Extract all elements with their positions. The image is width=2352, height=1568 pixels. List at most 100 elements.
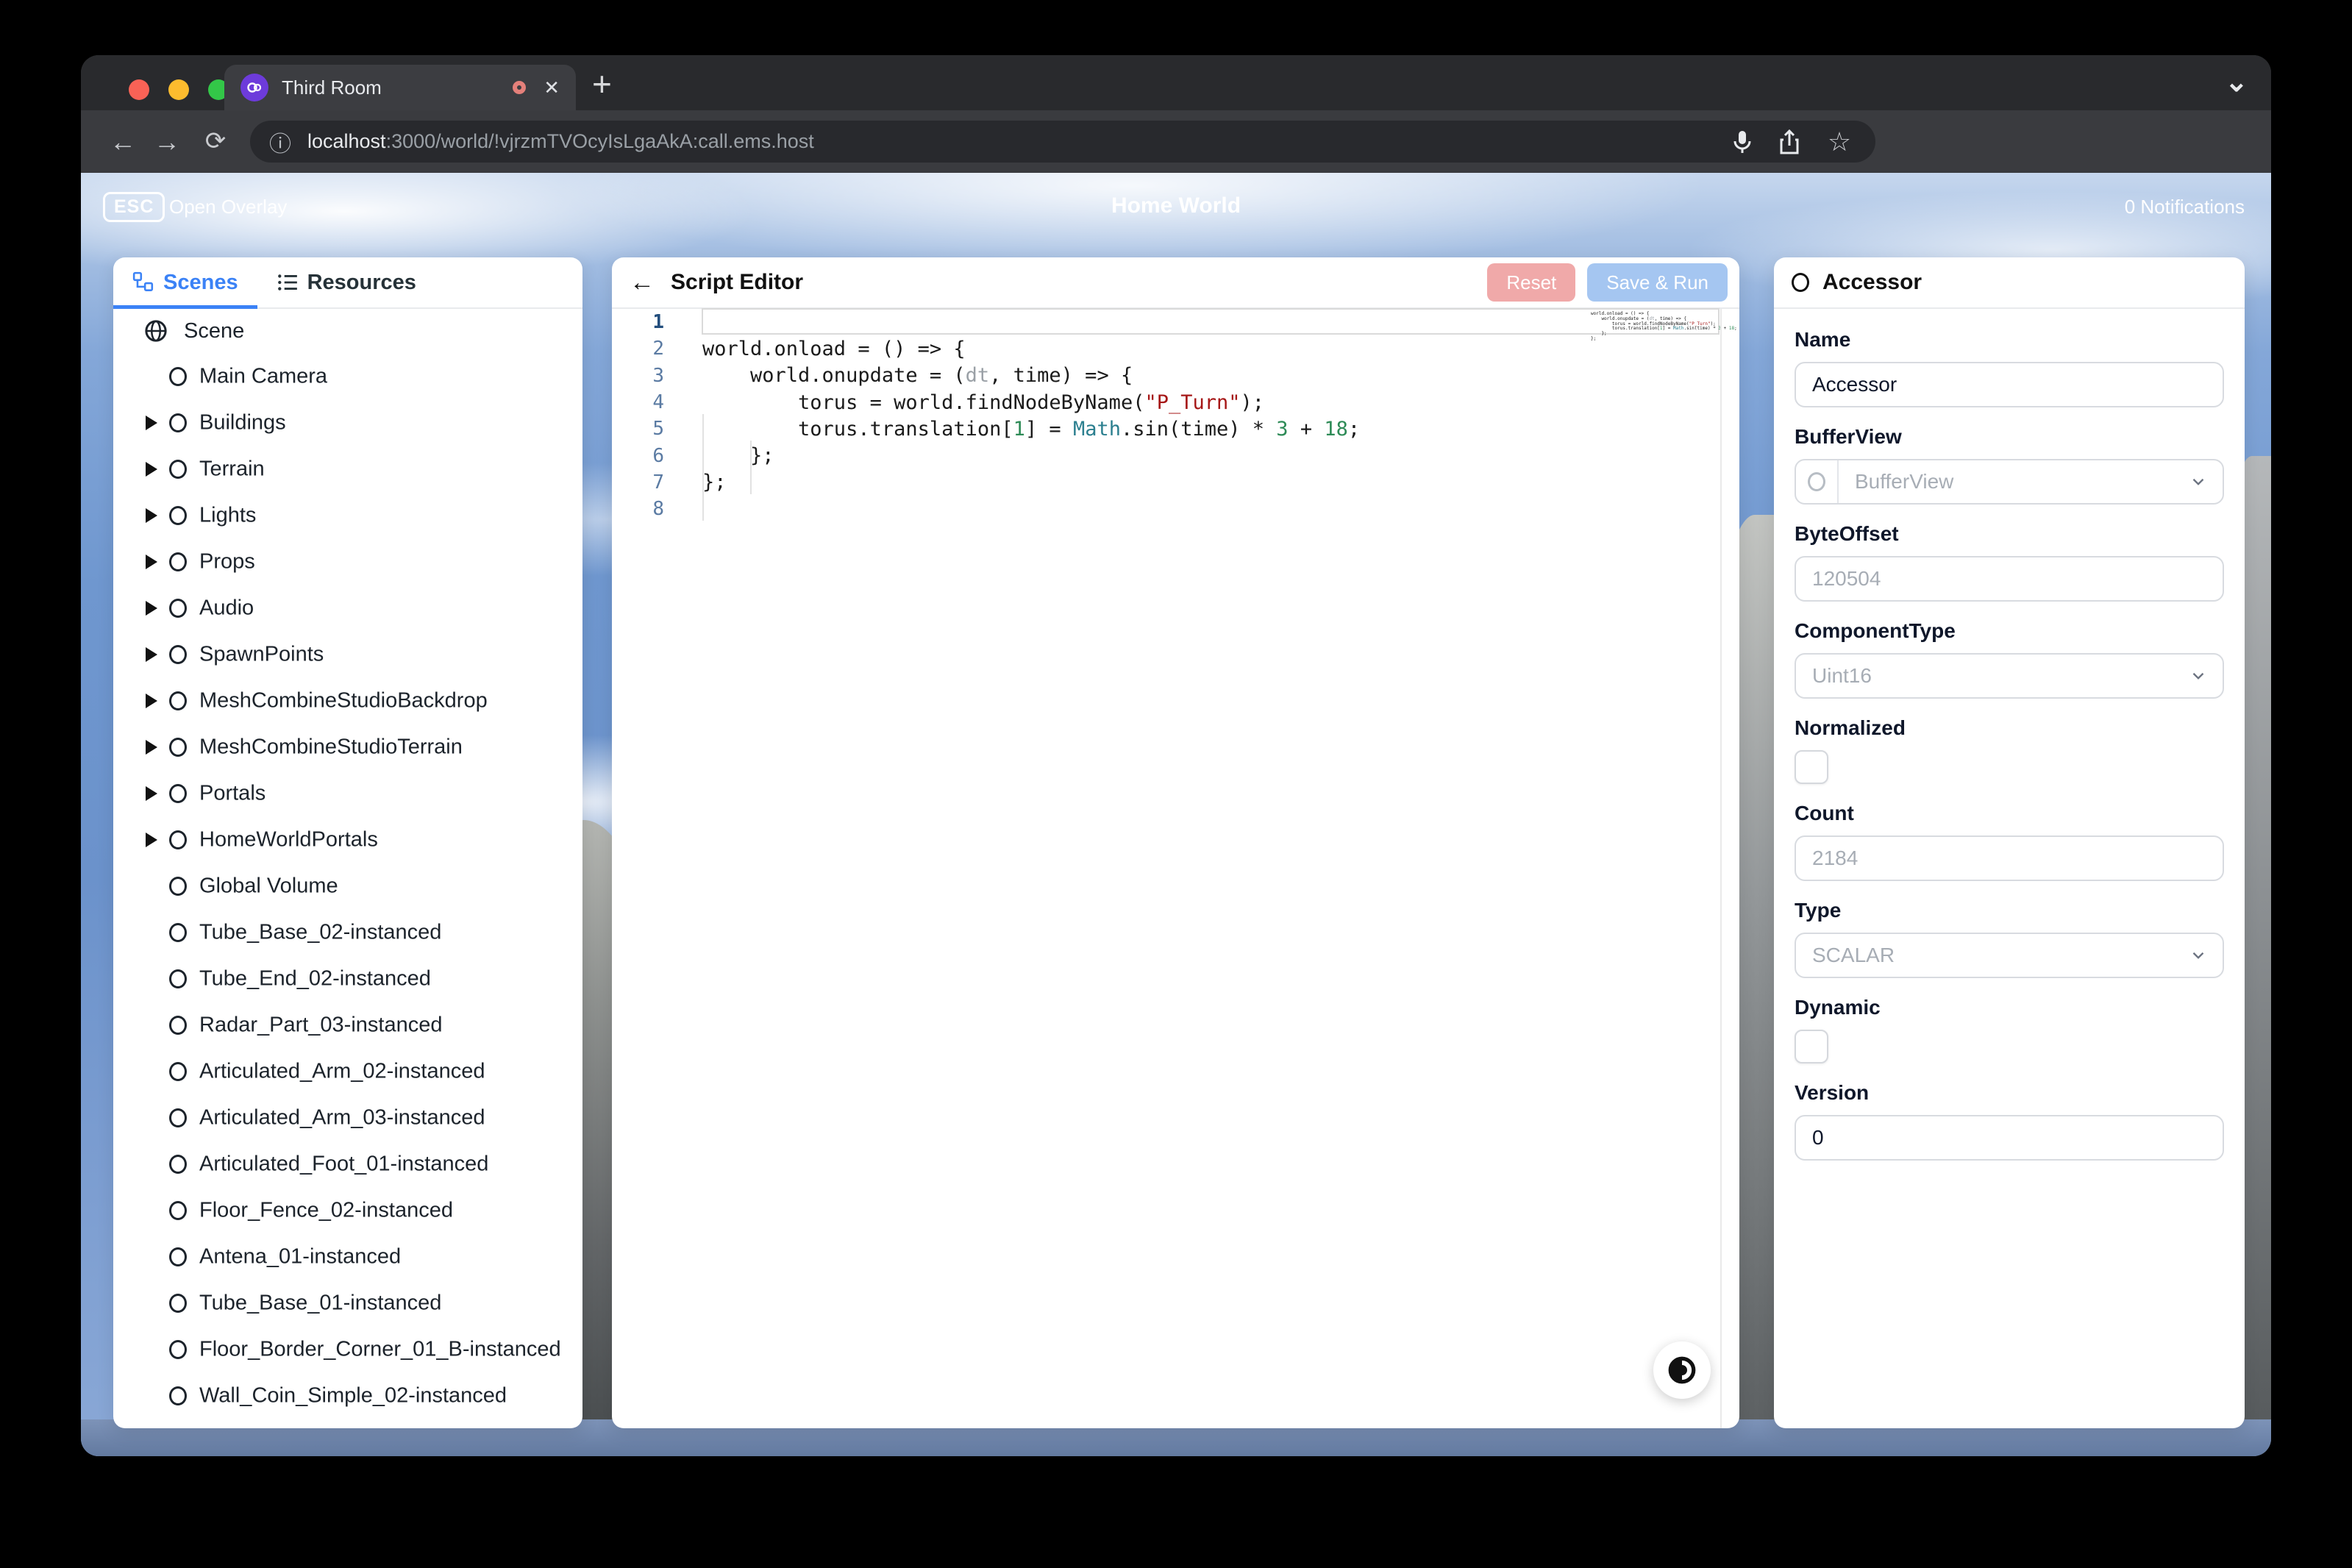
tree-row[interactable]: HomeWorldPortals xyxy=(113,816,582,863)
node-circle-icon xyxy=(169,1294,187,1313)
normalized-checkbox[interactable] xyxy=(1795,750,1828,784)
tree-row[interactable]: Buildings xyxy=(113,399,582,446)
tree-row[interactable]: Portals xyxy=(113,770,582,816)
node-circle-icon xyxy=(169,691,187,710)
tab-close-icon[interactable]: ✕ xyxy=(544,76,560,99)
name-input[interactable]: Accessor xyxy=(1795,362,2224,407)
tree-row[interactable]: MeshCombineStudioTerrain xyxy=(113,724,582,770)
code-line[interactable]: 6 }; xyxy=(612,442,1720,468)
url-text: localhost:3000/world/!vjrzmTVOcyIsLgaAkA… xyxy=(307,130,814,153)
tree-row[interactable]: Antena_01-instanced xyxy=(113,1233,582,1280)
tree-row-label: Tube_End_02-instanced xyxy=(199,966,431,991)
code-line[interactable]: 3 world.onupdate = (dt, time) => { xyxy=(612,363,1720,389)
esc-key-badge[interactable]: ESC xyxy=(103,192,165,222)
back-button[interactable]: ← xyxy=(104,110,141,173)
close-window-button[interactable] xyxy=(129,79,149,100)
tree-row[interactable]: Tube_Base_01-instanced xyxy=(113,1280,582,1326)
tab-resources[interactable]: Resources xyxy=(257,257,435,307)
tree-row[interactable]: Articulated_Arm_02-instanced xyxy=(113,1048,582,1094)
type-select[interactable]: SCALAR xyxy=(1795,933,2224,978)
tree-row[interactable]: Floor_Border_Corner_01_B-instanced xyxy=(113,1326,582,1372)
code-line[interactable]: 8 xyxy=(612,496,1720,522)
tree-row[interactable]: Articulated_Foot_01-instanced xyxy=(113,1141,582,1187)
componenttype-select[interactable]: Uint16 xyxy=(1795,653,2224,699)
tree-row[interactable]: SpawnPoints xyxy=(113,631,582,677)
code-line[interactable]: 5 torus.translation[1] = Math.sin(time) … xyxy=(612,416,1720,442)
tree-row[interactable]: Radar_Part_03-instanced xyxy=(113,1002,582,1048)
browser-toolbar: ← → ⟳ ⓘ localhost:3000/world/!vjrzmTVOcy… xyxy=(81,110,2271,173)
browser-window: Third Room ✕ + ⌄ ← → ⟳ ⓘ localhost:3000/… xyxy=(81,55,2271,1456)
expand-caret-icon[interactable] xyxy=(146,694,157,708)
field-label: Count xyxy=(1795,802,2224,825)
bufferview-select[interactable]: BufferView xyxy=(1795,459,2224,505)
code-line[interactable]: 4 torus = world.findNodeByName("P_Turn")… xyxy=(612,389,1720,416)
reset-button[interactable]: Reset xyxy=(1487,263,1575,302)
tab-search-chevron-icon[interactable]: ⌄ xyxy=(2225,65,2248,99)
browser-tab[interactable]: Third Room ✕ xyxy=(224,65,576,110)
new-tab-button[interactable]: + xyxy=(592,64,612,104)
tree-row[interactable]: Audio xyxy=(113,585,582,631)
expand-caret-icon[interactable] xyxy=(146,786,157,801)
tree-row[interactable]: Wall_Coin_Simple_02-instanced xyxy=(113,1372,582,1419)
expand-caret-icon[interactable] xyxy=(146,740,157,755)
version-input[interactable]: 0 xyxy=(1795,1115,2224,1161)
tree-row[interactable]: Lights xyxy=(113,492,582,538)
count-input[interactable]: 2184 xyxy=(1795,835,2224,881)
script-editor-panel: ← Script Editor Reset Save & Run 12world… xyxy=(612,257,1739,1428)
field-value: SCALAR xyxy=(1812,944,1895,967)
tree-row[interactable]: MeshCombineStudioBackdrop xyxy=(113,677,582,724)
tree-row[interactable]: Articulated_Arm_03-instanced xyxy=(113,1094,582,1141)
open-overlay-label[interactable]: Open Overlay xyxy=(169,196,287,218)
share-icon[interactable] xyxy=(1774,126,1805,157)
window-controls xyxy=(129,79,229,100)
node-circle-icon xyxy=(169,1247,187,1266)
save-and-run-button[interactable]: Save & Run xyxy=(1587,263,1728,302)
expand-caret-icon[interactable] xyxy=(146,833,157,847)
scene-root-row[interactable]: Scene xyxy=(113,309,582,353)
reload-button[interactable]: ⟳ xyxy=(197,110,234,173)
tree-row-label: MeshCombineStudioBackdrop xyxy=(199,688,488,713)
microphone-icon[interactable] xyxy=(1727,126,1758,157)
tree-row[interactable]: Props xyxy=(113,538,582,585)
node-circle-icon xyxy=(169,1155,187,1174)
editor-scroll-divider xyxy=(1720,309,1722,1428)
contrast-icon xyxy=(1667,1355,1697,1386)
tree-row[interactable]: Tube_End_02-instanced xyxy=(113,955,582,1002)
expand-caret-icon[interactable] xyxy=(146,416,157,430)
tab-scenes[interactable]: Scenes xyxy=(113,257,257,307)
theme-toggle-button[interactable] xyxy=(1653,1341,1711,1399)
byteoffset-input[interactable]: 120504 xyxy=(1795,556,2224,602)
code-editor[interactable]: 12world.onload = () => {3 world.onupdate… xyxy=(612,309,1739,1428)
node-circle-icon xyxy=(169,1201,187,1220)
site-info-icon[interactable]: ⓘ xyxy=(269,126,291,158)
expand-caret-icon[interactable] xyxy=(146,555,157,569)
accessor-title: Accessor xyxy=(1822,270,1922,295)
dynamic-checkbox[interactable] xyxy=(1795,1030,1828,1063)
code-minimap[interactable]: world.onload = () => { world.onupdate = … xyxy=(1591,312,1716,342)
tree-row[interactable]: Global Volume xyxy=(113,863,582,909)
code-line[interactable]: 2world.onload = () => { xyxy=(612,335,1720,362)
address-bar[interactable]: ⓘ localhost:3000/world/!vjrzmTVOcyIsLgaA… xyxy=(250,121,1875,163)
expand-caret-icon[interactable] xyxy=(146,647,157,662)
node-circle-icon xyxy=(169,1108,187,1127)
accessor-fields: NameAccessorBufferViewBufferViewByteOffs… xyxy=(1774,309,2245,1161)
bookmark-star-icon[interactable]: ☆ xyxy=(1824,126,1855,157)
expand-caret-icon[interactable] xyxy=(146,508,157,523)
editor-back-icon[interactable]: ← xyxy=(630,268,655,297)
accessor-properties-panel: Accessor NameAccessorBufferViewBufferVie… xyxy=(1774,257,2245,1428)
tree-row[interactable]: Floor_Fence_02-instanced xyxy=(113,1187,582,1233)
screenshot-root: Third Room ✕ + ⌄ ← → ⟳ ⓘ localhost:3000/… xyxy=(0,0,2352,1568)
tree-row-label: Articulated_Arm_03-instanced xyxy=(199,1105,485,1130)
code-line[interactable]: 1 xyxy=(612,309,1720,335)
forward-button[interactable]: → xyxy=(149,110,185,173)
tree-row[interactable]: Main Camera xyxy=(113,353,582,399)
expand-caret-icon[interactable] xyxy=(146,462,157,477)
expand-caret-icon[interactable] xyxy=(146,601,157,616)
minimize-window-button[interactable] xyxy=(168,79,189,100)
code-line[interactable]: 7}; xyxy=(612,469,1720,496)
tree-row[interactable]: Terrain xyxy=(113,446,582,492)
tree-row[interactable]: Tube_Base_02-instanced xyxy=(113,909,582,955)
line-number: 4 xyxy=(612,391,664,413)
node-circle-icon xyxy=(169,923,187,942)
tree-row-label: Portals xyxy=(199,781,266,805)
